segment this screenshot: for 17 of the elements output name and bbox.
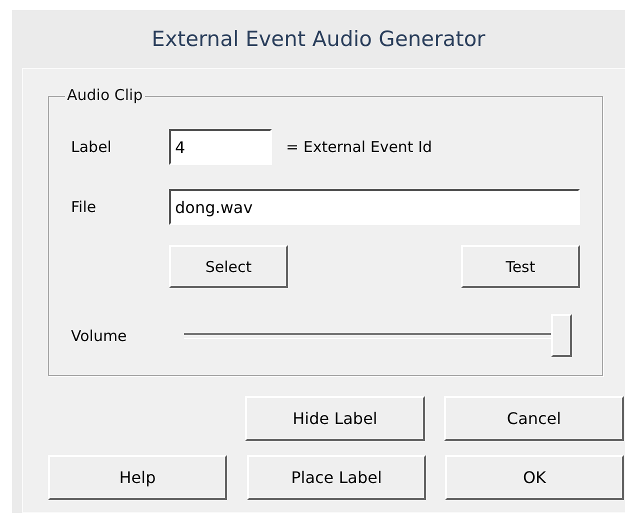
slider-thumb[interactable] [551,314,572,357]
volume-slider[interactable] [184,314,572,357]
window-title: External Event Audio Generator [152,27,486,51]
dialog-button[interactable]: Help [48,455,227,500]
dialog-button[interactable]: Cancel [444,396,624,441]
dialog-button[interactable]: OK [445,455,624,500]
label-input[interactable]: 4 [169,129,272,165]
field-label: File [71,198,98,216]
dialog-button[interactable]: Hide Label [245,396,425,441]
field-note: = External Event Id [286,138,432,156]
file-input[interactable]: dong.wav [169,189,580,225]
dialog-button[interactable]: Place Label [247,455,426,500]
group-title: Audio Clip [65,86,145,104]
dialog-button[interactable]: Test [461,245,580,288]
field-label: Label [71,138,112,156]
volume-label: Volume [71,326,128,344]
dialog-button[interactable]: Select [169,245,288,288]
